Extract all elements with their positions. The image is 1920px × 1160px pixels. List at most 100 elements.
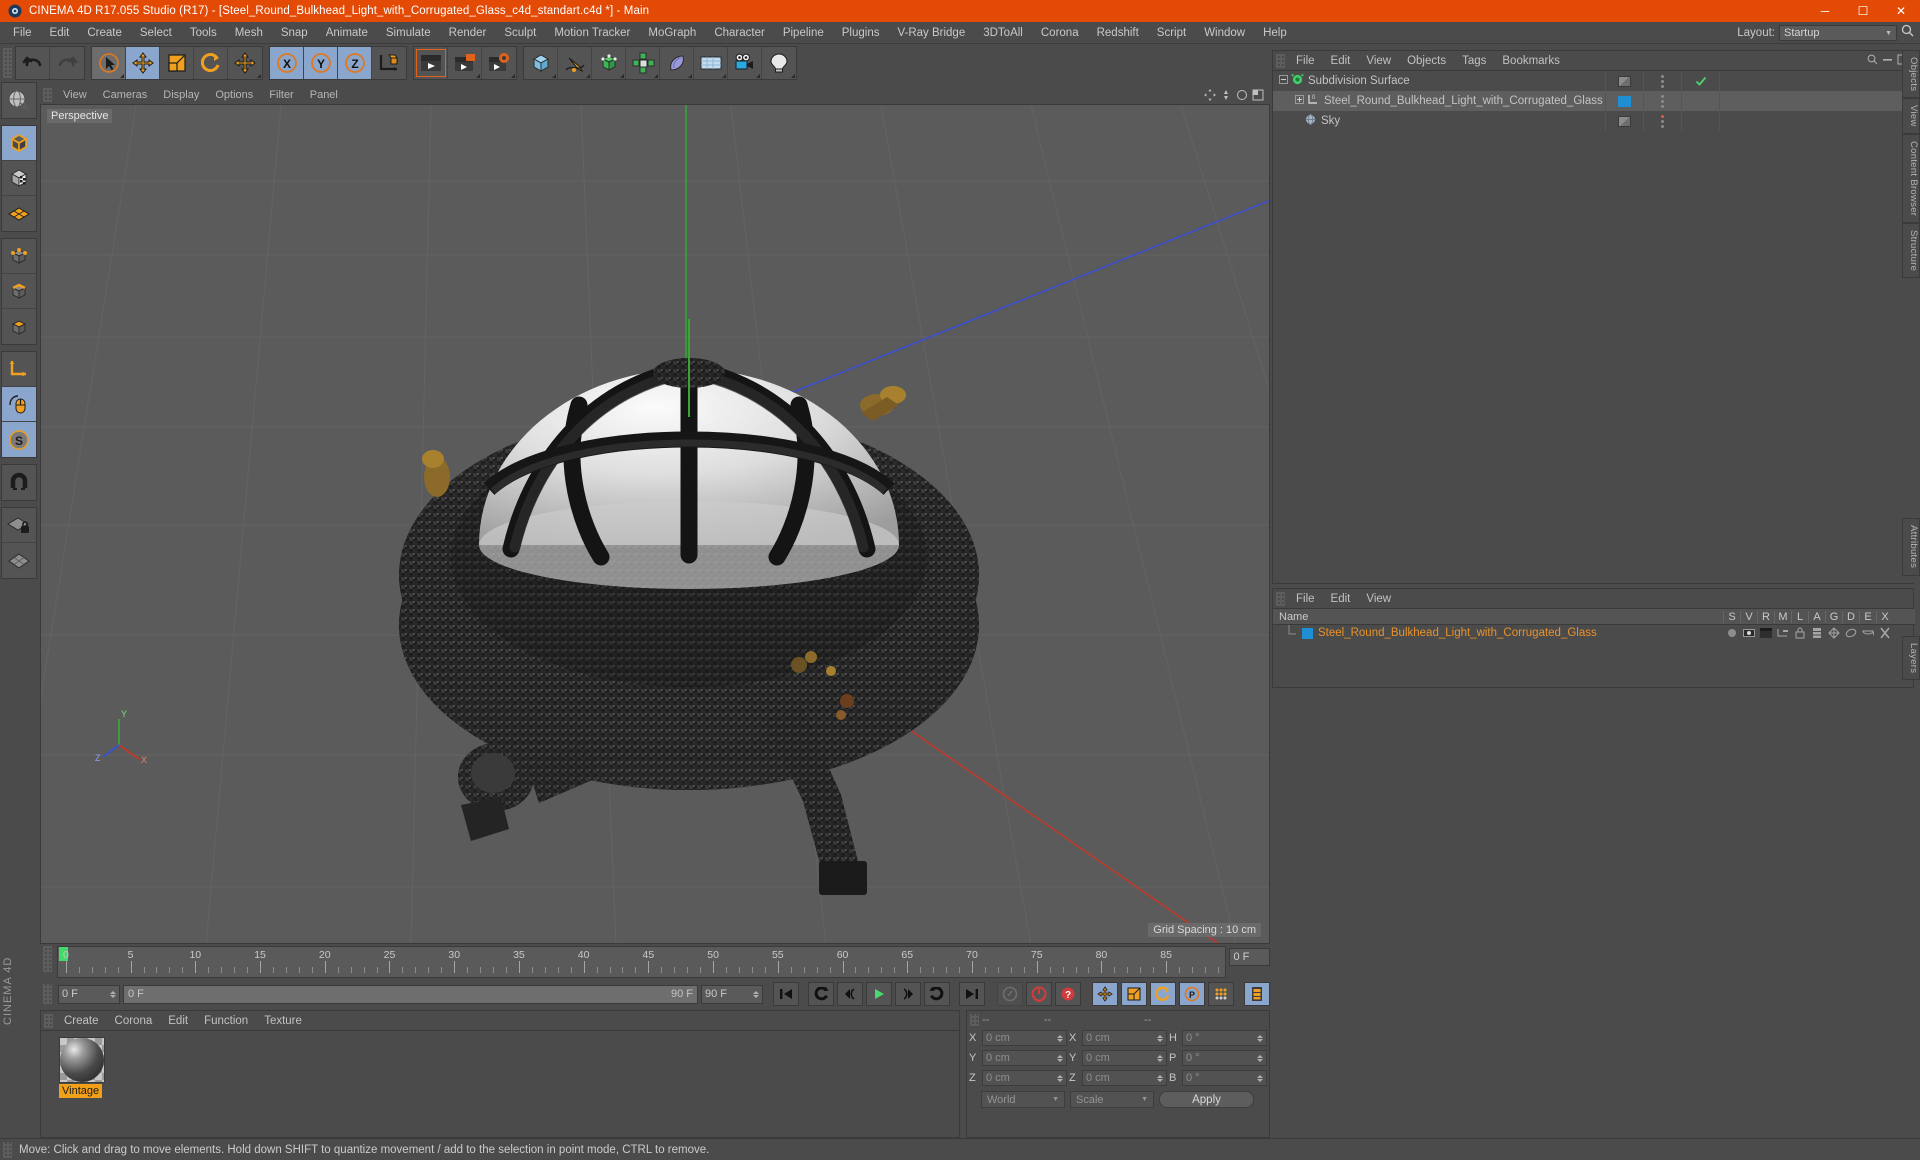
coord-spinner[interactable] bbox=[1257, 1054, 1263, 1062]
menu-item-window[interactable]: Window bbox=[1195, 22, 1254, 44]
menu-item-simulate[interactable]: Simulate bbox=[377, 22, 440, 44]
coordinates-grip[interactable] bbox=[970, 1014, 979, 1026]
layer-expression-icon[interactable] bbox=[1859, 628, 1876, 638]
viewport-zoom-icon[interactable] bbox=[1220, 88, 1232, 106]
layer-column-v[interactable]: V bbox=[1740, 610, 1757, 623]
render-view-button[interactable] bbox=[414, 47, 448, 79]
points-mode-button[interactable] bbox=[2, 239, 36, 274]
cube-primitive-button[interactable] bbox=[524, 47, 558, 79]
material-menu-edit[interactable]: Edit bbox=[160, 1015, 196, 1027]
current-frame-input[interactable]: 0 F bbox=[58, 984, 120, 1004]
coord-spinner[interactable] bbox=[1057, 1054, 1063, 1062]
nurbs-button[interactable] bbox=[592, 47, 626, 79]
menu-item-select[interactable]: Select bbox=[131, 22, 181, 44]
coord-size-mode-select[interactable]: Scale ▼ bbox=[1070, 1091, 1154, 1108]
end-frame-spinner[interactable] bbox=[753, 990, 759, 998]
layer-menu-edit[interactable]: Edit bbox=[1323, 593, 1359, 605]
material-menu-function[interactable]: Function bbox=[196, 1015, 256, 1027]
object-tag-area[interactable] bbox=[1720, 111, 1915, 131]
object-row-subdivision-surface[interactable]: Subdivision Surface bbox=[1273, 71, 1915, 91]
layer-generator-icon[interactable] bbox=[1825, 627, 1842, 639]
menu-item-3dtoall[interactable]: 3DToAll bbox=[974, 22, 1032, 44]
object-visibility-swatch[interactable] bbox=[1606, 111, 1644, 131]
y-axis-lock[interactable]: Y bbox=[304, 47, 338, 79]
object-manager-grip[interactable] bbox=[1276, 53, 1285, 68]
coord-input-pos-y[interactable]: 0 cm bbox=[982, 1050, 1067, 1066]
menu-item-plugins[interactable]: Plugins bbox=[833, 22, 889, 44]
timeline-grip[interactable] bbox=[43, 946, 52, 972]
coord-input-rot-p[interactable]: 0 ° bbox=[1182, 1050, 1267, 1066]
menu-item-corona[interactable]: Corona bbox=[1032, 22, 1088, 44]
coord-input-size-z[interactable]: 0 cm bbox=[1082, 1070, 1167, 1086]
layer-deformer-icon[interactable] bbox=[1842, 627, 1859, 639]
maximize-button[interactable]: ☐ bbox=[1844, 0, 1882, 22]
viewport-menu-panel[interactable]: Panel bbox=[302, 89, 346, 101]
perspective-viewport[interactable]: Perspective Grid Spacing : 10 cm Y X Z bbox=[40, 104, 1270, 944]
model-mode-button[interactable] bbox=[2, 126, 36, 161]
layer-column-x[interactable]: X bbox=[1876, 610, 1893, 623]
layer-manager-icon[interactable] bbox=[1774, 628, 1791, 638]
menu-item-edit[interactable]: Edit bbox=[41, 22, 79, 44]
workplane-mode-button[interactable] bbox=[2, 196, 36, 231]
layer-column-r[interactable]: R bbox=[1757, 610, 1774, 623]
viewport-menu-options[interactable]: Options bbox=[207, 89, 261, 101]
status-bar-grip[interactable] bbox=[3, 1141, 12, 1158]
layer-column-s[interactable]: S bbox=[1723, 610, 1740, 623]
transport-grip[interactable] bbox=[43, 984, 52, 1004]
coord-spinner[interactable] bbox=[1157, 1054, 1163, 1062]
make-editable-button[interactable] bbox=[2, 83, 36, 118]
toolbar-grip[interactable] bbox=[3, 48, 12, 78]
object-row-steel-bulkhead-light[interactable]: 0 Steel_Round_Bulkhead_Light_with_Corrug… bbox=[1273, 91, 1915, 111]
z-axis-lock[interactable]: Z bbox=[338, 47, 372, 79]
layer-column-l[interactable]: L bbox=[1791, 610, 1808, 623]
menu-item-mesh[interactable]: Mesh bbox=[226, 22, 272, 44]
object-enabled-check-icon[interactable] bbox=[1682, 91, 1720, 111]
search-icon[interactable] bbox=[1901, 24, 1914, 42]
next-keyframe-button[interactable] bbox=[924, 982, 950, 1006]
coord-input-size-x[interactable]: 0 cm bbox=[1082, 1030, 1167, 1046]
live-selection-tool[interactable] bbox=[92, 47, 126, 79]
menu-item-snap[interactable]: Snap bbox=[272, 22, 317, 44]
edges-mode-button[interactable] bbox=[2, 274, 36, 309]
rotation-key-button[interactable] bbox=[1150, 982, 1176, 1006]
layer-column-g[interactable]: G bbox=[1825, 610, 1842, 623]
layer-menu-file[interactable]: File bbox=[1288, 593, 1323, 605]
scale-key-button[interactable] bbox=[1121, 982, 1147, 1006]
go-to-start-button[interactable] bbox=[773, 982, 799, 1006]
menu-item-mograph[interactable]: MoGraph bbox=[639, 22, 705, 44]
camera-button[interactable] bbox=[728, 47, 762, 79]
expand-collapse-icon[interactable] bbox=[1295, 95, 1304, 107]
redo-button[interactable] bbox=[50, 47, 84, 79]
record-active-objects-button[interactable] bbox=[997, 982, 1023, 1006]
light-button[interactable] bbox=[762, 47, 796, 79]
object-axis-button[interactable] bbox=[2, 352, 36, 387]
coord-spinner[interactable] bbox=[1257, 1034, 1263, 1042]
object-menu-edit[interactable]: Edit bbox=[1323, 55, 1359, 67]
menu-item-motion-tracker[interactable]: Motion Tracker bbox=[545, 22, 639, 44]
layer-lock-icon[interactable] bbox=[1791, 627, 1808, 639]
coord-input-rot-h[interactable]: 0 ° bbox=[1182, 1030, 1267, 1046]
environment-button[interactable] bbox=[694, 47, 728, 79]
material-thumbnail[interactable] bbox=[59, 1037, 105, 1083]
enable-axis-button[interactable] bbox=[2, 387, 36, 422]
layer-column-a[interactable]: A bbox=[1808, 610, 1825, 623]
close-button[interactable]: ✕ bbox=[1882, 0, 1920, 22]
object-row-sky[interactable]: Sky bbox=[1273, 111, 1915, 131]
world-object-coord[interactable] bbox=[372, 47, 406, 79]
viewport-maximize-icon[interactable] bbox=[1252, 88, 1264, 106]
menu-item-create[interactable]: Create bbox=[78, 22, 131, 44]
layer-manager-grip[interactable] bbox=[1276, 591, 1285, 606]
layer-xref-icon[interactable] bbox=[1876, 627, 1893, 639]
texture-mode-button[interactable] bbox=[2, 161, 36, 196]
object-dots-handle[interactable] bbox=[1644, 111, 1682, 131]
viewport-menu-display[interactable]: Display bbox=[155, 89, 207, 101]
render-to-picture-viewer-button[interactable] bbox=[448, 47, 482, 79]
timeline-button[interactable] bbox=[1244, 982, 1270, 1006]
object-menu-tags[interactable]: Tags bbox=[1454, 55, 1494, 67]
layer-row[interactable]: Steel_Round_Bulkhead_Light_with_Corrugat… bbox=[1273, 624, 1915, 641]
scale-tool[interactable] bbox=[160, 47, 194, 79]
layout-select[interactable]: Startup ▼ bbox=[1779, 25, 1897, 41]
object-tree[interactable]: Subdivision Surface 0 Steel_Round_Bulkhe… bbox=[1273, 71, 1915, 583]
object-tag-area[interactable] bbox=[1720, 71, 1915, 91]
layer-view-icon[interactable] bbox=[1740, 628, 1757, 638]
